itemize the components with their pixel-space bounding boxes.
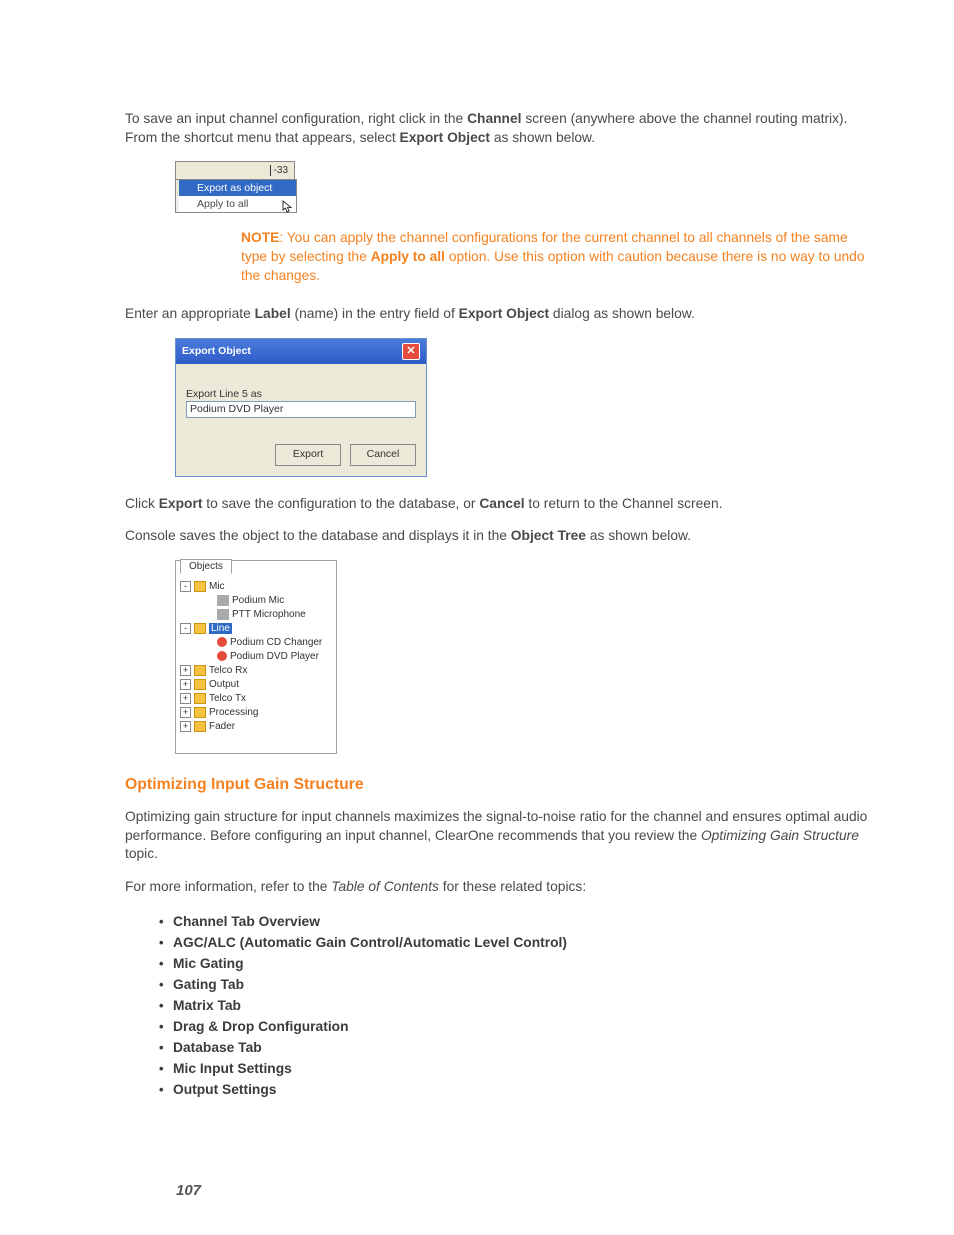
collapse-icon[interactable]: - [180,623,191,634]
tree-node[interactable]: + Processing [180,705,332,719]
close-icon[interactable]: ✕ [402,343,420,360]
tree-node-label: Telco Tx [209,693,246,704]
tree-node-label: Telco Rx [209,665,247,676]
tree-node[interactable]: + Output [180,677,332,691]
collapse-icon[interactable]: - [180,581,191,592]
topic-item: Database Tab [159,1037,874,1058]
mic-icon [217,609,229,620]
tree-node[interactable]: + Telco Tx [180,691,332,705]
dialog-title: Export Object [182,345,251,357]
context-menu-screenshot: -33 Export as object Apply to all [175,161,874,213]
tree-node-label: Fader [209,721,235,732]
tree-node[interactable]: PTT Microphone [180,607,332,621]
context-menu: Export as object Apply to all [175,179,297,213]
expand-icon[interactable]: + [180,665,191,676]
tree-node-label: PTT Microphone [232,609,306,620]
folder-icon [194,623,206,634]
object-tree-screenshot: Objects - Mic Podium Mic PTT Microphone - Lin… [175,560,874,754]
tree-node[interactable]: + Telco Rx [180,663,332,677]
slider-value-cell: -33 [175,161,295,179]
tree-node-label: Output [209,679,239,690]
paragraph-save-input: To save an input channel configuration, … [125,110,874,147]
cancel-button[interactable]: Cancel [350,444,416,466]
mic-icon [217,595,229,606]
tree-node-label: Podium Mic [232,595,284,606]
dialog-field-label: Export Line 5 as [186,388,416,400]
menu-item-apply-to-all[interactable]: Apply to all [176,196,296,212]
tree-node-label: Podium DVD Player [230,651,319,662]
topic-item: Mic Gating [159,953,874,974]
tree-node[interactable]: + Fader [180,719,332,733]
folder-icon [194,693,206,704]
topic-item: Gating Tab [159,974,874,995]
paragraph-enter-label: Enter an appropriate Label (name) in the… [125,305,874,324]
topic-item: Drag & Drop Configuration [159,1016,874,1037]
folder-icon [194,707,206,718]
paragraph-more-info: For more information, refer to the Table… [125,878,874,897]
expand-icon[interactable]: + [180,693,191,704]
tree-node[interactable]: Podium DVD Player [180,649,332,663]
expand-icon[interactable]: + [180,679,191,690]
folder-icon [194,721,206,732]
page-number: 107 [176,1182,201,1199]
tree-node[interactable]: - Mic [180,579,332,593]
folder-icon [194,581,206,592]
paragraph-click-export: Click Export to save the configuration t… [125,495,874,514]
menu-item-export-as-object[interactable]: Export as object [176,180,296,196]
tree-node-label: Processing [209,707,258,718]
tree-node[interactable]: Podium Mic [180,593,332,607]
section-heading-optimizing: Optimizing Input Gain Structure [125,776,874,794]
objects-tab[interactable]: Objects [180,559,232,574]
folder-icon [194,665,206,676]
topic-item: Channel Tab Overview [159,911,874,932]
paragraph-console-saves: Console saves the object to the database… [125,527,874,546]
topic-item: Mic Input Settings [159,1058,874,1079]
folder-icon [194,679,206,690]
paragraph-optimizing: Optimizing gain structure for input chan… [125,808,874,864]
tree-node[interactable]: Podium CD Changer [180,635,332,649]
topic-item: AGC/ALC (Automatic Gain Control/Automati… [159,932,874,953]
expand-icon[interactable]: + [180,707,191,718]
object-icon [217,651,227,661]
tree-node[interactable]: - Line [180,621,332,635]
export-object-dialog-screenshot: Export Object ✕ Export Line 5 as Export … [175,338,874,477]
related-topics-list: Channel Tab OverviewAGC/ALC (Automatic G… [159,911,874,1100]
topic-item: Matrix Tab [159,995,874,1016]
note-block: NOTE: You can apply the channel configur… [161,229,874,285]
dialog-label-input[interactable] [186,401,416,418]
topic-item: Output Settings [159,1079,874,1100]
object-icon [217,637,227,647]
cursor-icon [282,200,294,214]
tree-node-label: Mic [209,581,225,592]
expand-icon[interactable]: + [180,721,191,732]
tree-node-label: Line [209,623,232,634]
dialog-titlebar: Export Object ✕ [176,339,426,364]
export-button[interactable]: Export [275,444,341,466]
tree-node-label: Podium CD Changer [230,637,322,648]
